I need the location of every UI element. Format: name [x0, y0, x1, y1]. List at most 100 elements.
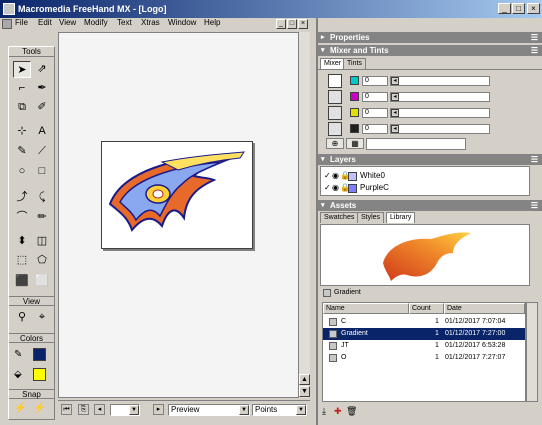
scale-tool[interactable]: ⤴ [13, 189, 31, 206]
library-scrollbar[interactable] [526, 302, 538, 402]
assets-panel-header[interactable]: ▾ Assets ☰ [318, 200, 542, 211]
visibility-checkmark-icon[interactable]: ✓ [324, 171, 331, 181]
system-picker-icon[interactable] [328, 122, 342, 136]
view-mode-select[interactable]: Preview ▼ [168, 404, 250, 416]
window-title-bar[interactable]: Macromedia FreeHand MX - [Logo] [0, 0, 542, 18]
extrude-tool[interactable]: ⬚ [13, 252, 31, 269]
tab-library[interactable]: Library [386, 212, 416, 223]
menu-file[interactable]: File [15, 18, 28, 27]
cmyk-mode-icon[interactable] [328, 74, 342, 88]
rgb-mode-icon[interactable] [328, 90, 342, 104]
canvas-vertical-scrollbar[interactable]: ▲ ▼ [298, 32, 310, 398]
layer-row[interactable]: ✓ ◉ 🔒 PurpleC [322, 183, 532, 193]
eyedropper-tool[interactable]: ✐ [33, 99, 51, 116]
doc-maximize-button[interactable]: □ [287, 19, 297, 29]
trace-tool[interactable]: ⧉ [13, 99, 31, 116]
symbol-sprayer-tool[interactable]: ⬛ [13, 273, 31, 290]
color-grid-icon[interactable]: ▦ [346, 138, 364, 149]
cyan-slider[interactable]: ◂ [390, 76, 490, 86]
column-header-date[interactable]: Date [444, 303, 525, 314]
zoom-icon[interactable]: ⌖ [33, 309, 51, 326]
yellow-value-field[interactable]: 0 [362, 108, 388, 118]
fill-color-well[interactable] [33, 368, 46, 381]
column-header-count[interactable]: Count [409, 303, 444, 314]
menu-view[interactable]: View [59, 18, 76, 27]
document-icon[interactable] [2, 19, 12, 29]
shadow-tool[interactable]: ⬠ [33, 252, 51, 269]
close-button[interactable]: × [527, 3, 540, 14]
scroll-down-arrow-icon[interactable]: ▼ [299, 386, 310, 397]
lasso-tool[interactable]: ✒ [33, 80, 51, 97]
logo-artwork[interactable] [102, 142, 252, 248]
minimize-button[interactable]: _ [498, 3, 511, 14]
ellipse-tool[interactable]: ○ [13, 163, 31, 180]
slider-thumb[interactable]: ◂ [391, 109, 399, 117]
line-tool[interactable]: ⟋ [33, 143, 51, 160]
new-symbol-icon[interactable]: ✚ [334, 406, 342, 417]
menu-help[interactable]: Help [204, 18, 220, 27]
snap-to-point-icon[interactable]: ⚡ [14, 403, 26, 414]
prev-page-icon[interactable]: ◂ [94, 404, 105, 415]
trash-icon[interactable]: 🗑 [346, 406, 357, 417]
maximize-button[interactable]: □ [512, 3, 525, 14]
first-page-icon[interactable]: ⏮ [61, 404, 72, 415]
table-row[interactable]: Gradient 1 01/12/2017 7:27:00 [323, 328, 525, 340]
tab-styles[interactable]: Styles [357, 212, 385, 223]
visibility-checkmark-icon[interactable]: ✓ [324, 183, 331, 193]
pen-tool[interactable]: ⊹ [13, 123, 31, 140]
table-row[interactable]: C 1 01/12/2017 7:07:04 [323, 316, 525, 328]
import-icon[interactable]: ⤓ [322, 406, 326, 417]
doc-close-button[interactable]: × [298, 19, 308, 29]
menu-edit[interactable]: Edit [38, 18, 52, 27]
table-row[interactable]: JT 1 01/12/2017 6:53:28 [323, 340, 525, 352]
panel-options-icon[interactable]: ☰ [531, 154, 538, 165]
add-to-swatches-icon[interactable]: ⊕ [326, 138, 344, 149]
table-row[interactable]: O 1 01/12/2017 7:27:07 [323, 352, 525, 364]
rectangle-tool[interactable]: □ [33, 163, 51, 180]
column-header-name[interactable]: Name [323, 303, 409, 314]
subselect-tool[interactable]: ⇗ [33, 61, 51, 78]
eye-icon[interactable]: ◉ [332, 183, 339, 193]
freeform-tool[interactable]: ⌒ [13, 209, 31, 226]
text-tool[interactable]: A [33, 123, 51, 140]
cyan-value-field[interactable]: 0 [362, 76, 388, 86]
rotate-tool[interactable]: ⤹ [33, 189, 51, 206]
tab-mixer[interactable]: Mixer [320, 58, 346, 69]
yellow-slider[interactable]: ◂ [390, 108, 490, 118]
scroll-up-arrow-icon[interactable]: ▲ [299, 374, 310, 385]
mixer-panel-header[interactable]: ▾ Mixer and Tints ☰ [318, 45, 542, 56]
blend-tool[interactable]: ⬍ [13, 233, 31, 250]
units-select[interactable]: Points ▼ [252, 404, 307, 416]
hand-icon[interactable]: ⚲ [13, 309, 31, 326]
black-value-field[interactable]: 0 [362, 124, 388, 134]
hls-mode-icon[interactable] [328, 106, 342, 120]
menu-modify[interactable]: Modify [84, 18, 108, 27]
stroke-color-well[interactable] [33, 348, 46, 361]
tab-swatches[interactable]: Swatches [320, 212, 359, 223]
knife-tool[interactable]: ✏ [33, 209, 51, 226]
connector-tool[interactable]: ⬜ [33, 273, 51, 290]
magenta-slider[interactable]: ◂ [390, 92, 490, 102]
black-slider[interactable]: ◂ [390, 124, 490, 134]
magenta-value-field[interactable]: 0 [362, 92, 388, 102]
slider-thumb[interactable]: ◂ [391, 93, 399, 101]
properties-panel-header[interactable]: ▸ Properties ☰ [318, 32, 542, 43]
pointer-tool[interactable]: ➤ [13, 61, 31, 78]
menu-xtras[interactable]: Xtras [141, 18, 160, 27]
app-icon[interactable] [3, 3, 15, 15]
panel-options-icon[interactable]: ☰ [531, 200, 538, 211]
snap-to-guide-icon[interactable]: ⚡ [33, 403, 45, 414]
next-page-icon[interactable]: ▸ [153, 404, 164, 415]
envelope-tool[interactable]: ◫ [33, 233, 51, 250]
slider-thumb[interactable]: ◂ [391, 125, 399, 133]
add-page-icon[interactable]: ⎘ [78, 404, 89, 415]
color-preview-well[interactable] [366, 138, 466, 150]
menu-text[interactable]: Text [117, 18, 132, 27]
eye-icon[interactable]: ◉ [332, 171, 339, 181]
pencil-tool[interactable]: ✎ [13, 143, 31, 160]
document-canvas[interactable] [58, 32, 310, 398]
page-number-select[interactable]: ▼ [110, 404, 140, 416]
tab-tints[interactable]: Tints [343, 58, 366, 69]
layer-row[interactable]: ✓ ◉ 🔒 White0 [322, 171, 532, 181]
slider-thumb[interactable]: ◂ [391, 77, 399, 85]
